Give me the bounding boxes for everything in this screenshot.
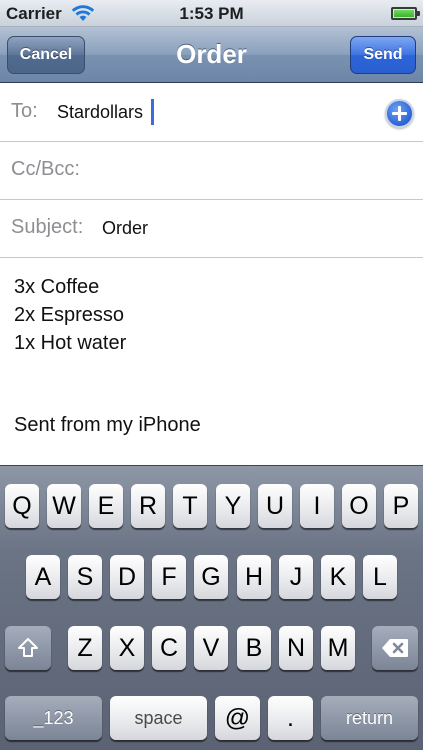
key-u[interactable]: U <box>258 484 292 528</box>
key-t[interactable]: T <box>173 484 207 528</box>
key-d[interactable]: D <box>110 555 144 599</box>
key-e[interactable]: E <box>89 484 123 528</box>
send-button[interactable]: Send <box>350 36 416 74</box>
key-l[interactable]: L <box>363 555 397 599</box>
key-j[interactable]: J <box>279 555 313 599</box>
key-x[interactable]: X <box>110 626 144 670</box>
subject-field-row[interactable]: Subject: Order <box>0 200 423 258</box>
key-r[interactable]: R <box>131 484 165 528</box>
key-z[interactable]: Z <box>68 626 102 670</box>
key-q[interactable]: Q <box>5 484 39 528</box>
key-k[interactable]: K <box>321 555 355 599</box>
body-line: 1x Hot water <box>14 332 127 354</box>
key-w[interactable]: W <box>47 484 81 528</box>
cc-bcc-field-row[interactable]: Cc/Bcc: <box>0 142 423 200</box>
delete-icon <box>382 639 408 657</box>
keyboard: Q W E R T Y U I O P A S D F G H J K L Z … <box>0 465 423 750</box>
key-i[interactable]: I <box>300 484 334 528</box>
add-contact-icon[interactable] <box>385 99 414 128</box>
clock: 1:53 PM <box>179 4 244 23</box>
key-b[interactable]: B <box>237 626 271 670</box>
key-h[interactable]: H <box>237 555 271 599</box>
navigation-bar: Cancel Order Send <box>0 27 423 83</box>
subject-label: Subject: <box>11 216 84 238</box>
status-bar: Carrier 1:53 PM <box>0 0 423 27</box>
subject-text[interactable]: Order <box>102 218 148 239</box>
key-s[interactable]: S <box>68 555 102 599</box>
delete-key[interactable] <box>372 626 418 670</box>
key-n[interactable]: N <box>279 626 313 670</box>
numbers-key[interactable]: _123 <box>5 696 102 740</box>
key-f[interactable]: F <box>152 555 186 599</box>
key-a[interactable]: A <box>26 555 60 599</box>
to-label: To: <box>11 100 38 122</box>
message-body[interactable]: 3x Coffee 2x Espresso 1x Hot water Sent … <box>0 259 423 465</box>
to-field-row[interactable]: To: Stardollars <box>0 84 423 142</box>
cc-bcc-label: Cc/Bcc: <box>11 158 80 180</box>
key-y[interactable]: Y <box>216 484 250 528</box>
body-line: 3x Coffee <box>14 276 100 298</box>
shift-key[interactable] <box>5 626 51 670</box>
signature-line: Sent from my iPhone <box>14 414 201 436</box>
text-cursor <box>151 99 154 125</box>
key-o[interactable]: O <box>342 484 376 528</box>
to-recipient-text[interactable]: Stardollars <box>57 102 143 123</box>
key-m[interactable]: M <box>321 626 355 670</box>
return-key[interactable]: return <box>321 696 418 740</box>
key-g[interactable]: G <box>194 555 228 599</box>
key-p[interactable]: P <box>384 484 418 528</box>
period-key[interactable]: . <box>268 696 313 740</box>
at-key[interactable]: @ <box>215 696 260 740</box>
body-line: 2x Espresso <box>14 304 125 326</box>
space-key[interactable]: space <box>110 696 207 740</box>
key-c[interactable]: C <box>152 626 186 670</box>
shift-icon <box>18 638 38 657</box>
battery-icon <box>391 7 420 20</box>
key-v[interactable]: V <box>194 626 228 670</box>
